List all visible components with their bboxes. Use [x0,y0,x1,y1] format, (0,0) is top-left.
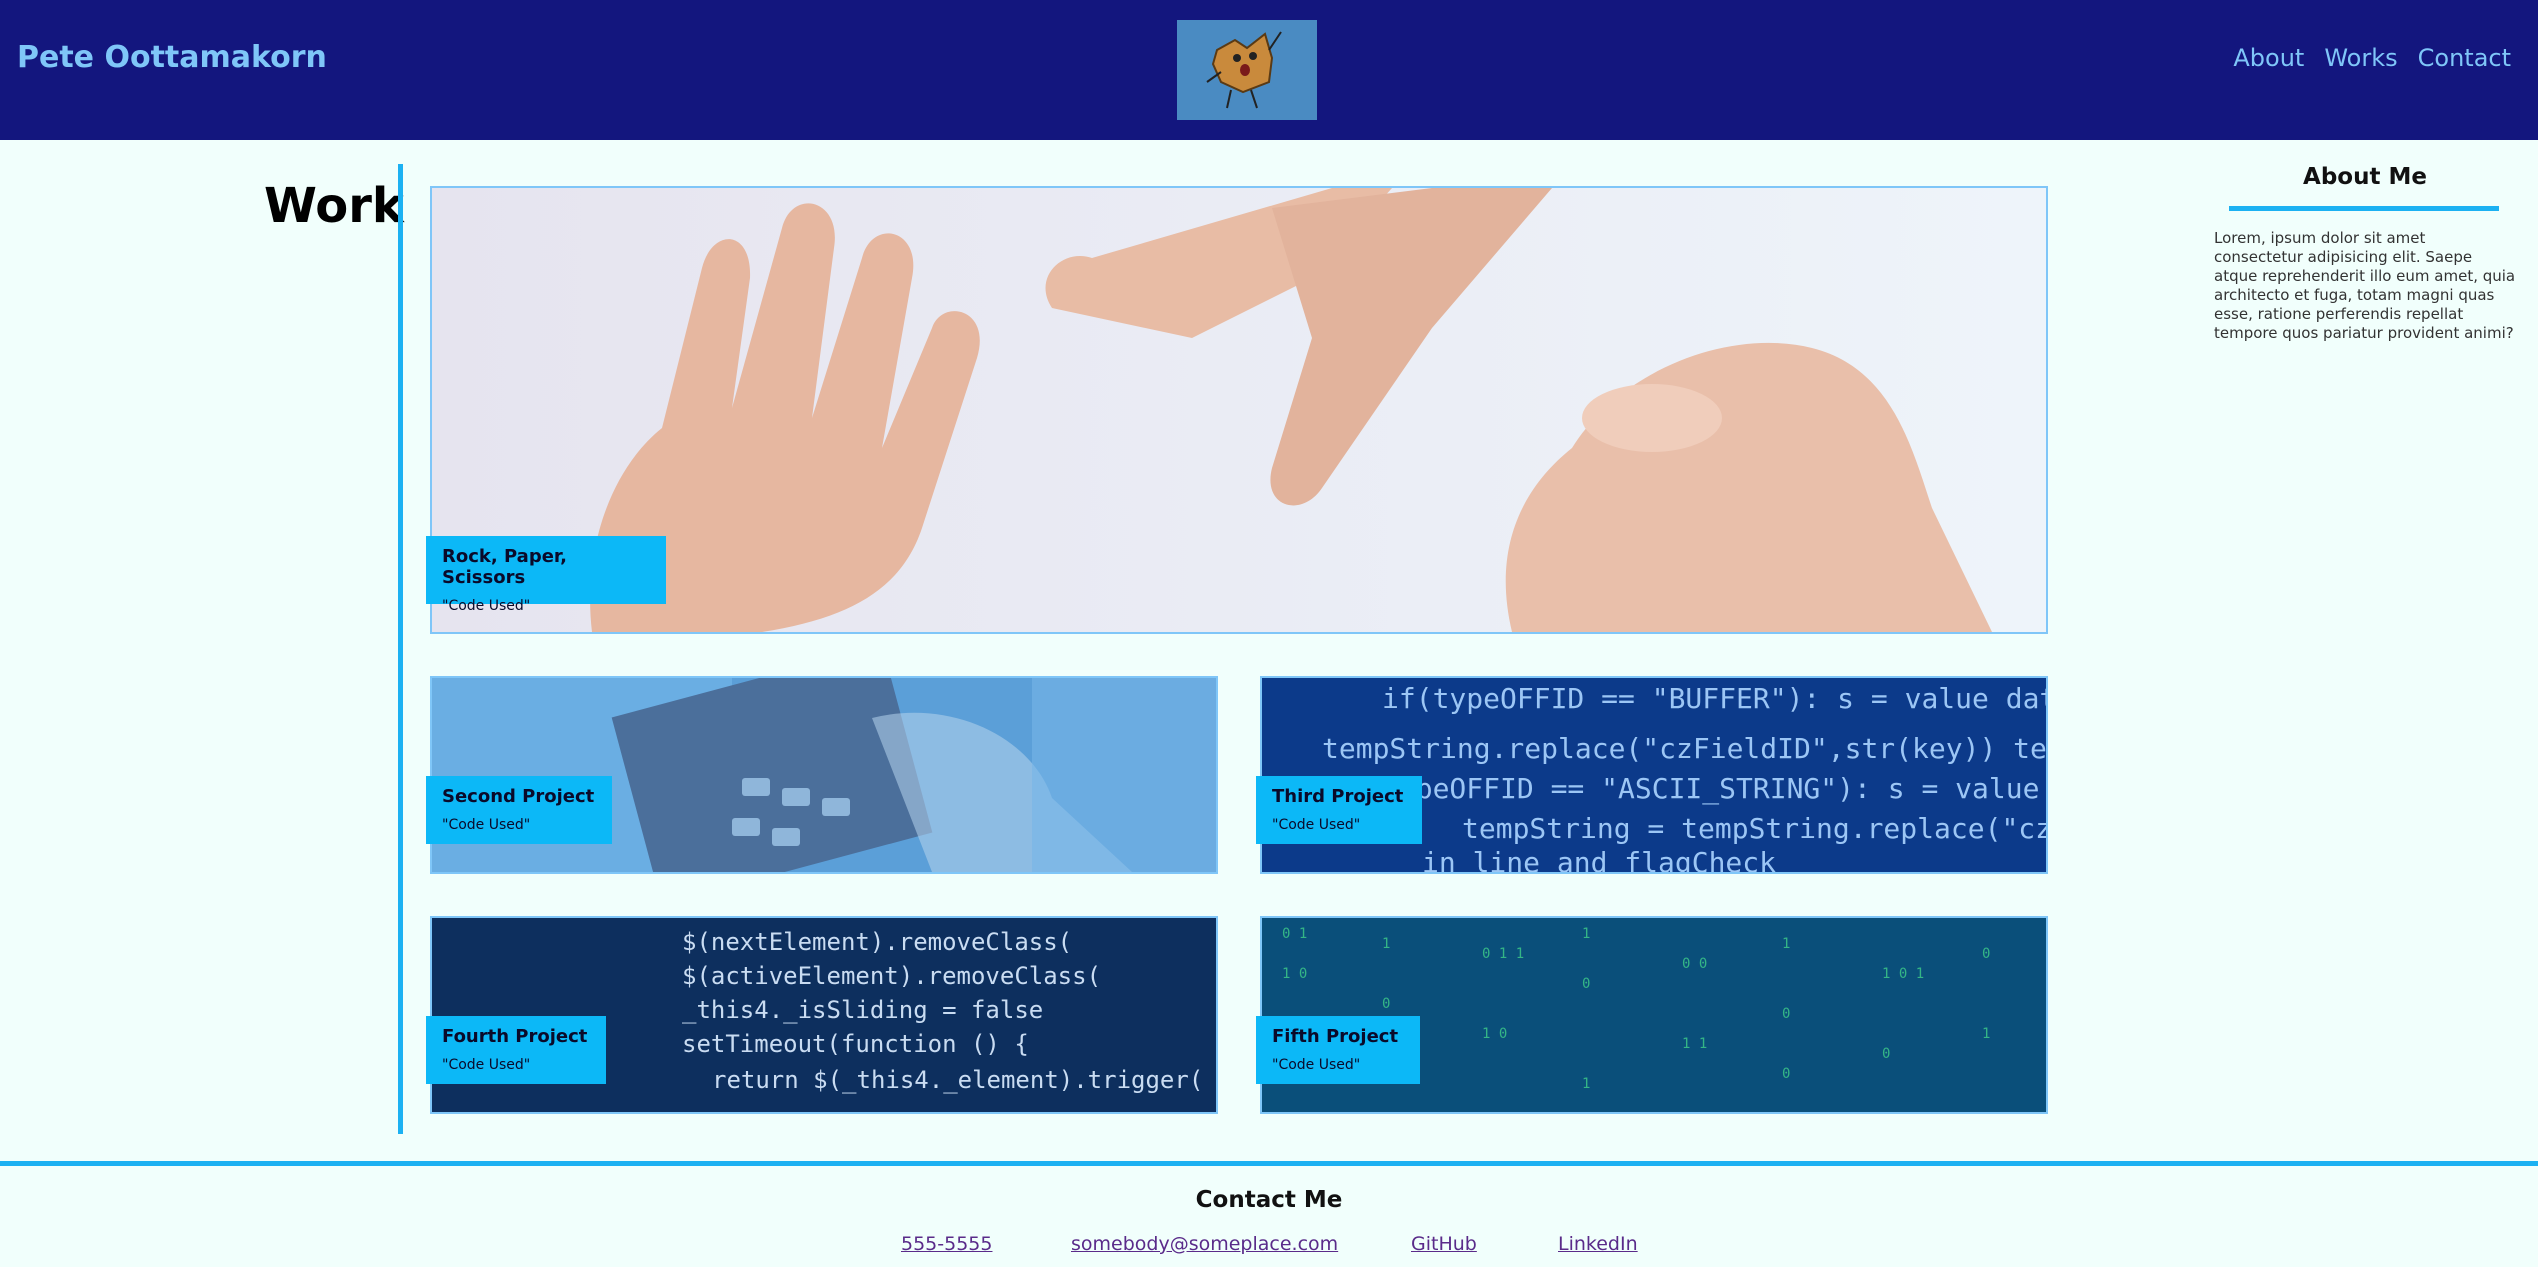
work-heading: Work [264,178,404,234]
svg-text:0: 0 [1582,976,1590,992]
email-link[interactable]: somebody@someplace.com [1071,1233,1338,1255]
contact-heading: Contact Me [1195,1187,1343,1213]
svg-text:_this4._isSliding = false: _this4._isSliding = false [682,996,1043,1024]
project-code-used: "Code Used" [1272,817,1361,833]
github-link[interactable]: GitHub [1411,1233,1477,1255]
project-label: Fourth Project "Code Used" [426,1016,606,1084]
svg-text:0: 0 [1882,1046,1890,1062]
svg-text:0: 0 [1782,1066,1790,1082]
project-title: Second Project [442,786,595,807]
svg-text:1: 1 [1982,1026,1990,1042]
svg-text:tempString.replace("czFieldID": tempString.replace("czFieldID",str(key))… [1322,732,2046,765]
site-header: Pete Oottamakorn About Works Contact [0,0,2538,140]
project-title: Fifth Project [1272,1026,1399,1047]
svg-text:return $(_this4._element).trig: return $(_this4._element).trigger( [712,1066,1203,1094]
svg-text:0: 0 [1782,1006,1790,1022]
project-code-used: "Code Used" [442,817,531,833]
svg-text:0: 0 [1982,946,1990,962]
contact-links: 555-5555 somebody@someplace.com GitHub L… [0,1233,2538,1261]
svg-text:1: 1 [1582,1076,1590,1092]
project-label: Fifth Project "Code Used" [1256,1016,1420,1084]
svg-text:$(activeElement).removeClass(: $(activeElement).removeClass( [682,962,1101,990]
project-title: Fourth Project [442,1026,588,1047]
svg-text:if(typeOFFID == "BUFFER"): s =: if(typeOFFID == "BUFFER"): s = value dat… [1382,682,2046,715]
project-code-used: "Code Used" [1272,1057,1361,1073]
svg-text:0: 0 [1382,996,1390,1012]
nav-contact-link[interactable]: Contact [2418,44,2511,72]
svg-text:0 1: 0 1 [1282,926,1307,942]
svg-text:1: 1 [1782,936,1790,952]
about-divider [2229,206,2499,211]
svg-text:tempString = tempString.replac: tempString = tempString.replace("czData" [1462,812,2046,845]
main-nav: About Works Contact [2233,44,2511,72]
about-heading: About Me [2303,164,2427,190]
brand-name[interactable]: Pete Oottamakorn [17,40,327,75]
project-label: Rock, Paper, Scissors "Code Used" [426,536,666,614]
project-code-used: "Code Used" [442,598,531,614]
project-card-rock-paper-scissors[interactable]: Rock, Paper, Scissors "Code Used" [426,186,2048,634]
svg-text:$(nextElement).removeClass(: $(nextElement).removeClass( [682,928,1072,956]
nav-works-link[interactable]: Works [2324,44,2397,72]
footer-divider [0,1161,2538,1166]
svg-text:1 1: 1 1 [1682,1036,1707,1052]
svg-text:1 0 1: 1 0 1 [1882,966,1924,982]
svg-text:typeOFFID == "ASCII_STRING"):: typeOFFID == "ASCII_STRING"): s = value … [1382,772,2046,806]
project-card-fourth[interactable]: $(nextElement).removeClass( $(activeElem… [426,916,1218,1114]
svg-text:1: 1 [1582,926,1590,942]
project-card-second[interactable]: Second Project "Code Used" [426,676,1218,874]
project-image-hands [432,188,2046,632]
svg-text:setTimeout(function () {: setTimeout(function () { [682,1030,1029,1058]
svg-text:1: 1 [1382,936,1390,952]
svg-text:0 1 1: 0 1 1 [1482,946,1524,962]
svg-text:1 0: 1 0 [1482,1026,1507,1042]
project-card-third[interactable]: if(typeOFFID == "BUFFER"): s = value da t… [1256,676,2048,874]
svg-text:0 0: 0 0 [1682,956,1707,972]
project-label: Second Project "Code Used" [426,776,612,844]
phone-link[interactable]: 555-5555 [901,1233,992,1255]
project-title: Third Project [1272,786,1404,807]
nav-about-link[interactable]: About [2233,44,2304,72]
svg-text:1 0: 1 0 [1282,966,1307,982]
project-card-fifth[interactable]: 0 1 1 0 0 0 1 0 1 0 1 1 1 0 1 0 1 0 0 1 1 1 0 0 1 … [1256,916,2048,1114]
linkedin-link[interactable]: LinkedIn [1558,1233,1638,1255]
project-label: Third Project "Code Used" [1256,776,1422,844]
about-text: Lorem, ipsum dolor sit amet consectetur … [2214,229,2516,342]
work-divider [398,164,403,1134]
logo-mascot-image[interactable] [1177,20,1317,120]
project-title: Rock, Paper, Scissors [442,546,567,588]
project-code-used: "Code Used" [442,1057,531,1073]
svg-text:in line and flagCheck: in line and flagCheck [1422,846,1776,872]
